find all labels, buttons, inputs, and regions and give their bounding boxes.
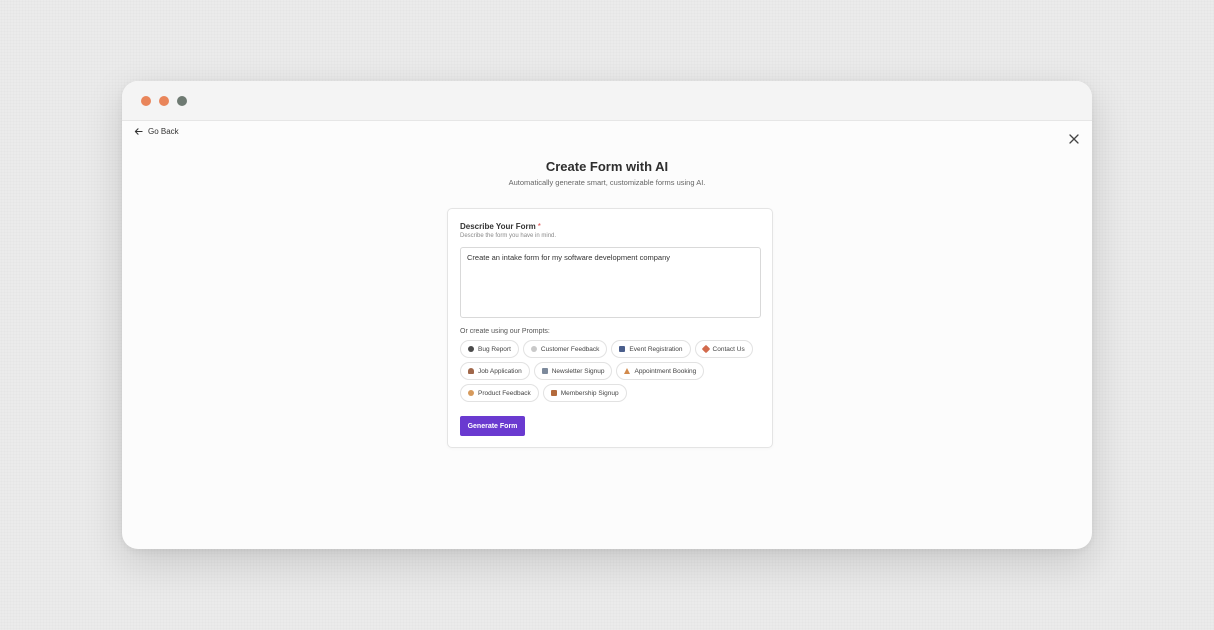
- describe-form-label: Describe Your Form *: [460, 222, 541, 231]
- newspaper-icon: [541, 368, 548, 374]
- prompt-chip-newsletter-signup[interactable]: Newsletter Signup: [533, 362, 613, 380]
- form-card: Describe Your Form * Describe the form yo…: [447, 208, 773, 448]
- feedback-icon: [530, 346, 537, 352]
- window-minimize-dot[interactable]: [159, 95, 169, 106]
- prompt-chip-event-registration[interactable]: Event Registration: [611, 340, 691, 358]
- product-icon: [468, 390, 474, 396]
- prompt-chip-bug-report[interactable]: Bug Report: [460, 340, 519, 358]
- phone-icon: [701, 344, 710, 354]
- close-button[interactable]: [1068, 132, 1080, 144]
- go-back-link[interactable]: Go Back: [134, 127, 179, 136]
- prompt-chip-product-feedback[interactable]: Product Feedback: [460, 384, 539, 402]
- app-window: Go Back Create Form with AI Automaticall…: [122, 81, 1092, 549]
- window-maximize-dot[interactable]: [177, 95, 187, 106]
- prompt-chip-contact-us[interactable]: Contact Us: [694, 340, 753, 358]
- prompt-chip-job-application[interactable]: Job Application: [460, 362, 530, 380]
- page-title: Create Form with AI: [545, 159, 669, 174]
- prompt-chip-row: Job Application Newsletter Signup Appoin…: [460, 362, 765, 380]
- prompt-chip-row: Bug Report Customer Feedback Event Regis…: [460, 340, 765, 358]
- prompts-label: Or create using our Prompts:: [460, 328, 550, 335]
- go-back-label: Go Back: [148, 127, 179, 136]
- membership-icon: [550, 390, 557, 396]
- required-marker: *: [537, 222, 541, 231]
- bug-icon: [468, 346, 474, 352]
- window-close-dot[interactable]: [141, 95, 151, 106]
- title-bar: [122, 81, 1092, 121]
- page-subtitle: Automatically generate smart, customizab…: [508, 178, 706, 187]
- describe-form-help: Describe the form you have in mind.: [460, 233, 557, 239]
- person-icon: [468, 368, 474, 374]
- prompt-chip-customer-feedback[interactable]: Customer Feedback: [522, 340, 608, 358]
- generate-form-button[interactable]: Generate Form: [460, 416, 525, 436]
- cone-icon: [624, 368, 631, 374]
- describe-form-textarea[interactable]: Create an intake form for my software de…: [460, 247, 761, 318]
- calendar-icon: [619, 346, 626, 352]
- prompt-chips: Bug Report Customer Feedback Event Regis…: [460, 340, 765, 402]
- prompt-chip-appointment-booking[interactable]: Appointment Booking: [616, 362, 705, 380]
- prompt-chip-row: Product Feedback Membership Signup: [460, 384, 765, 402]
- prompt-chip-membership-signup[interactable]: Membership Signup: [542, 384, 627, 402]
- close-icon: [1069, 134, 1079, 144]
- arrow-left-icon: [134, 128, 143, 135]
